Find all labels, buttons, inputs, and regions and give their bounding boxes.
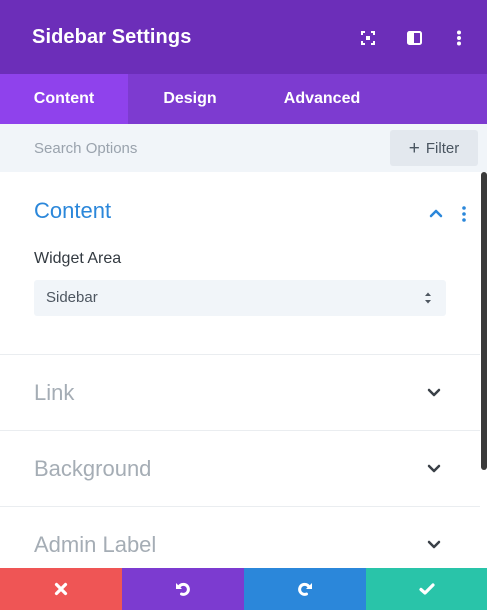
tab-advanced[interactable]: Advanced [252,74,392,124]
widget-area-label: Widget Area [34,250,122,267]
select-arrows-icon [425,292,431,304]
discard-icon [54,582,68,596]
plus-icon: + [408,137,420,159]
discard-button[interactable] [0,568,122,610]
more-options-icon[interactable] [447,26,471,50]
section-divider [0,430,480,431]
save-icon [418,583,435,595]
chevron-down-icon[interactable] [426,387,442,399]
fullscreen-icon[interactable] [356,26,380,50]
search-input[interactable] [0,124,380,172]
redo-icon [298,582,312,596]
filter-label: Filter [425,139,460,157]
tab-bar: Content Design Advanced [0,74,487,124]
split-view-icon[interactable] [402,26,426,50]
section-title-content[interactable]: Content [34,198,111,224]
chevron-down-icon[interactable] [426,463,442,475]
undo-button[interactable] [122,568,244,610]
section-divider [0,354,480,355]
panel-title: Sidebar Settings [32,26,192,48]
chevron-up-icon[interactable] [428,207,444,219]
section-title-admin-label[interactable]: Admin Label [34,532,156,558]
section-options-icon[interactable] [460,205,468,223]
scrollbar[interactable] [481,172,487,470]
redo-button[interactable] [244,568,366,610]
section-title-link[interactable]: Link [34,380,74,406]
section-title-background[interactable]: Background [34,456,151,482]
select-value: Sidebar [46,289,98,306]
panel-header: Sidebar Settings [0,0,487,74]
action-bar [0,568,487,610]
save-button[interactable] [366,568,487,610]
section-divider [0,506,480,507]
widget-area-select[interactable]: Sidebar [34,280,446,316]
filter-button[interactable]: + Filter [390,130,478,166]
undo-icon [176,582,190,596]
tab-design[interactable]: Design [128,74,252,124]
settings-panel: Sidebar Settings Content Design Advanced [0,0,487,610]
tab-content[interactable]: Content [0,74,128,124]
chevron-down-icon[interactable] [426,539,442,551]
